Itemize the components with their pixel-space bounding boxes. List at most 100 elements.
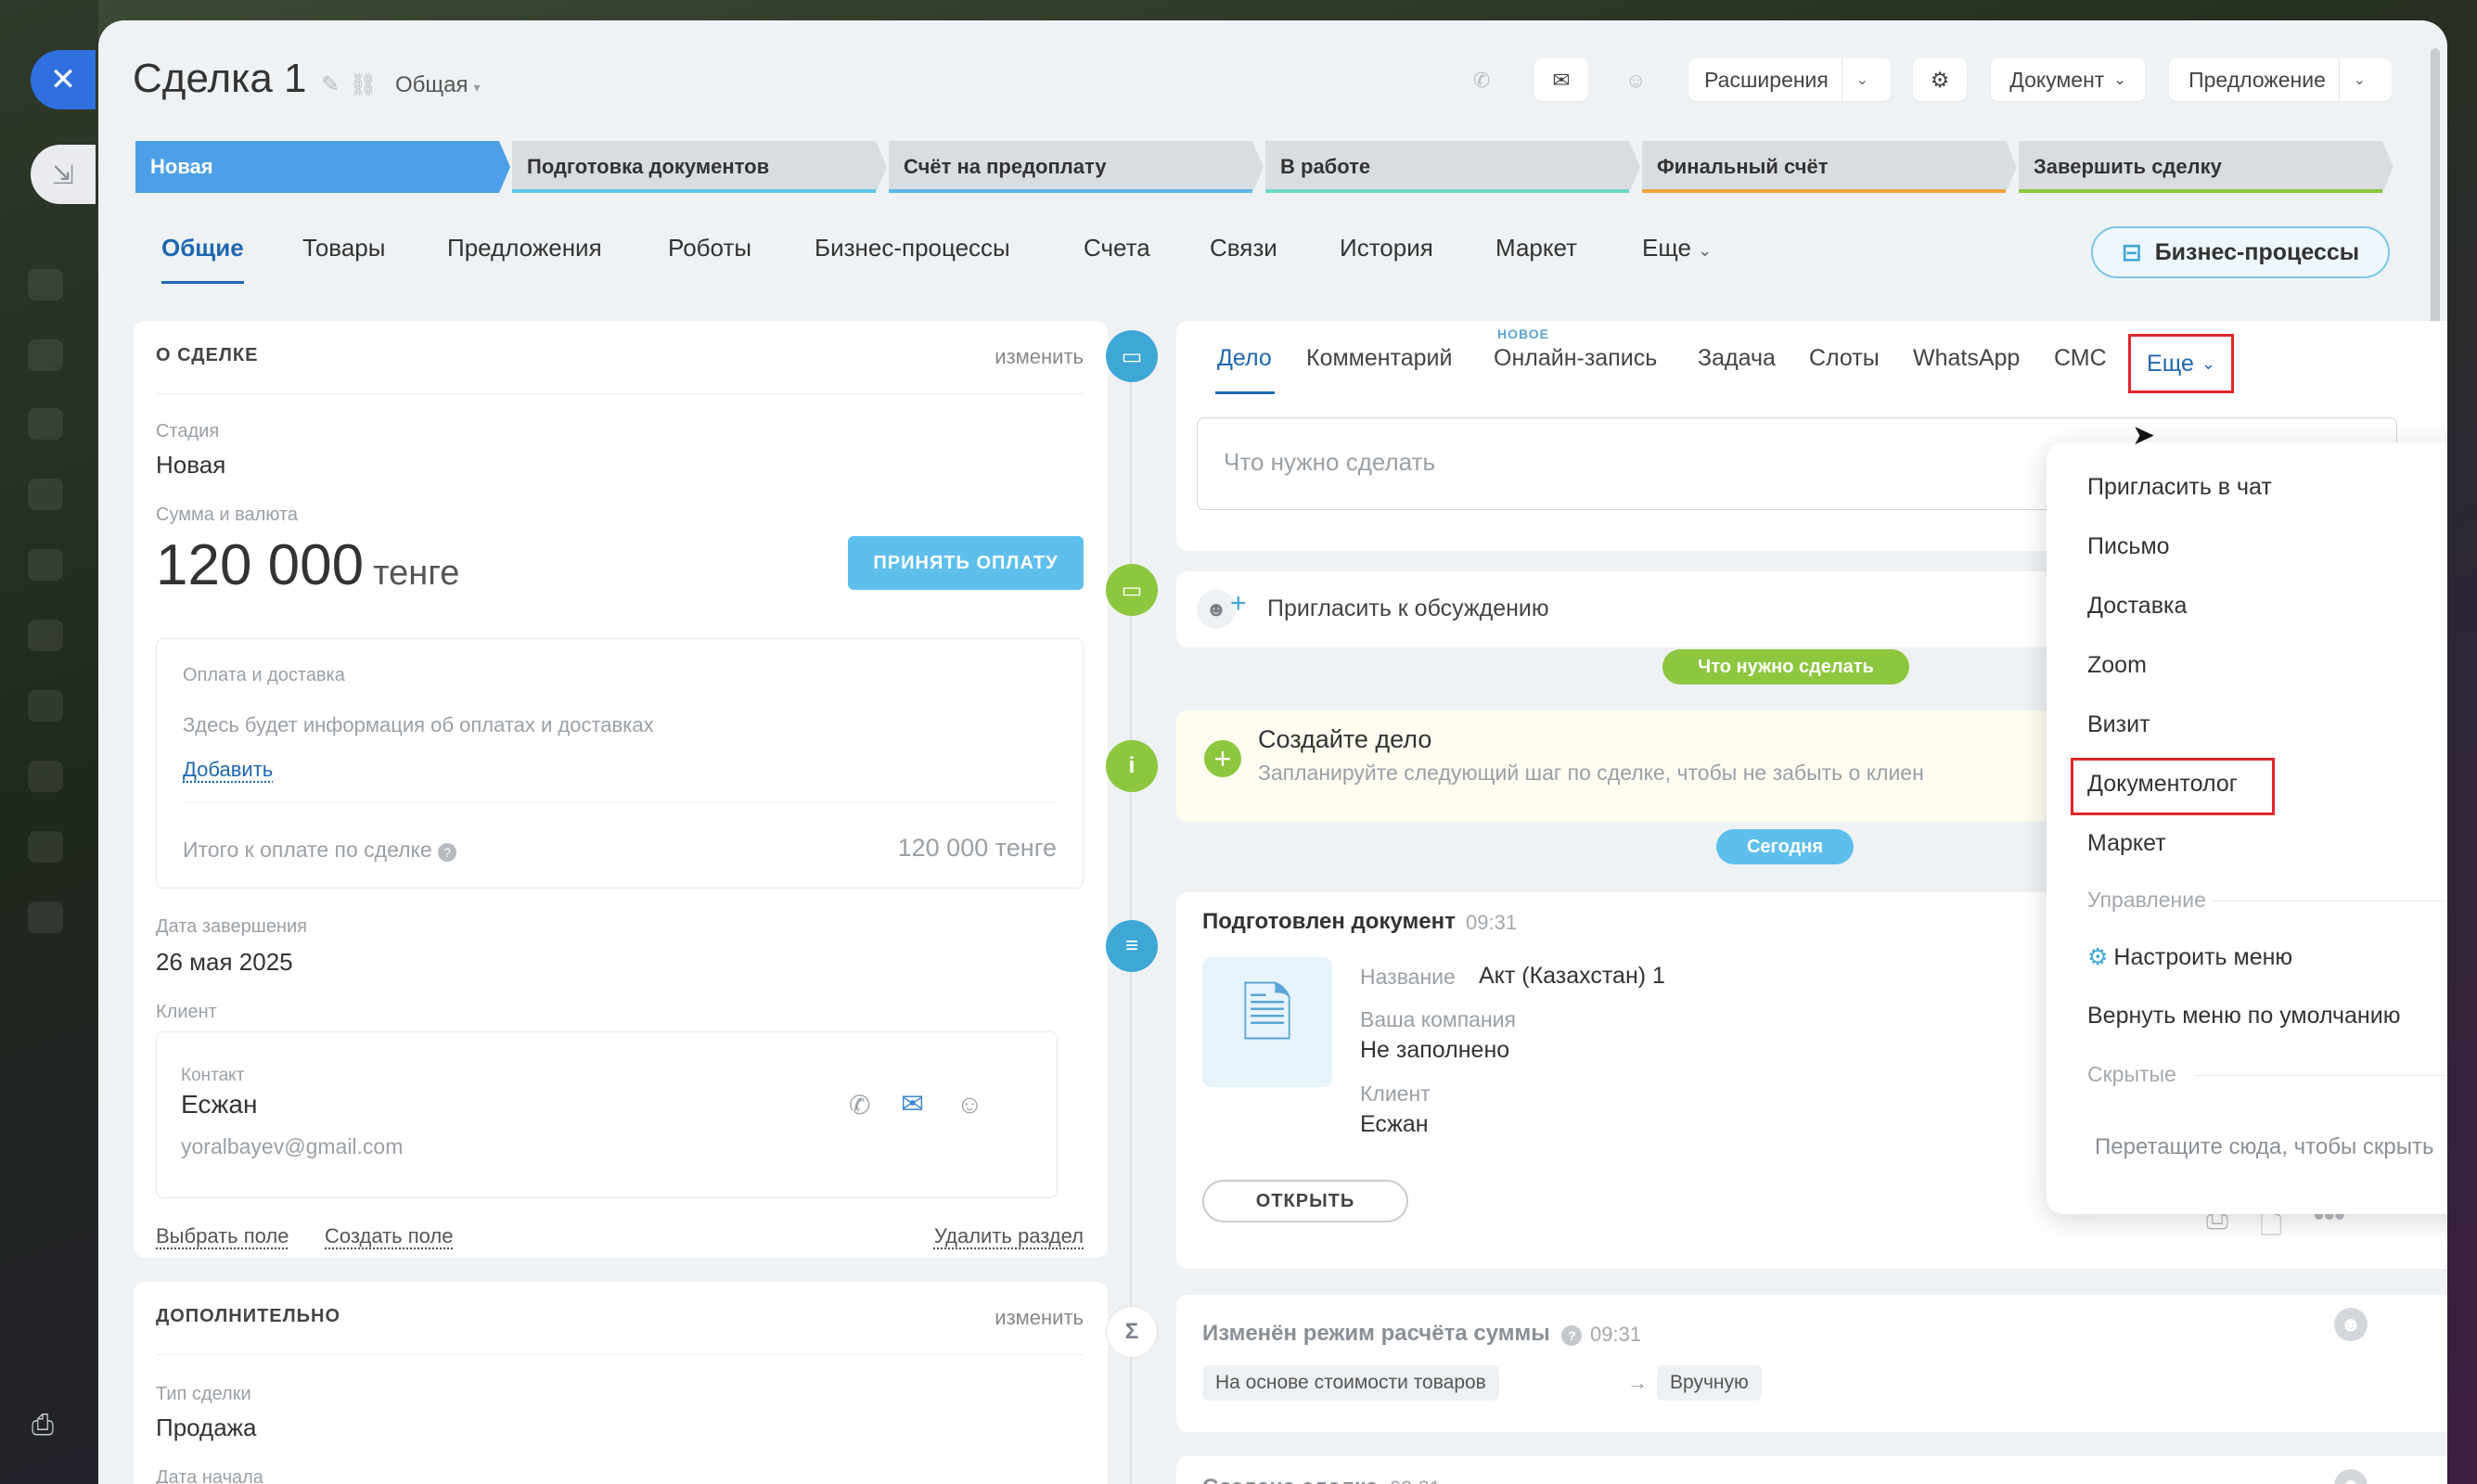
menu-item-delivery[interactable]: Доставка (2087, 593, 2187, 620)
activity-tab-todo[interactable]: Задача (1698, 345, 1776, 372)
menu-item-visit[interactable]: Визит (2087, 711, 2150, 738)
tab-links[interactable]: Связи (1210, 234, 1277, 284)
open-document-button[interactable]: ОТКРЫТЬ (1202, 1180, 1408, 1222)
activity-tab-comment[interactable]: Комментарий (1306, 345, 1452, 372)
menu-item-invite-chat[interactable]: Пригласить в чат (2087, 474, 2272, 501)
tab-general[interactable]: Общие (161, 234, 244, 284)
tab-more-label: Еще (1642, 234, 1691, 262)
menu-item-configure[interactable]: ⚙ Настроить меню (2087, 943, 2292, 971)
tab-business-processes[interactable]: Бизнес-процессы (815, 234, 1010, 284)
add-payment-link[interactable]: Добавить (183, 758, 273, 782)
contact-name[interactable]: Есжан (181, 1090, 257, 1119)
business-processes-button[interactable]: ⊟ Бизнес-процессы (2091, 226, 2390, 278)
stage-label: Подготовка документов (527, 155, 770, 178)
stage-label: Завершить сделку (2034, 155, 2222, 178)
deal-amount[interactable]: 120 000 тенге (156, 532, 459, 598)
divider (183, 802, 1057, 803)
edit-link[interactable]: изменить (995, 345, 1084, 369)
proposal-label: Предложение (2188, 67, 2326, 92)
settings-button[interactable]: ⚙ (1913, 58, 1967, 101)
phone-icon[interactable]: ✆ (849, 1090, 870, 1120)
category-selector[interactable]: Общая ▾ (395, 72, 481, 98)
chevron-down-icon[interactable]: ⌄ (2338, 58, 2380, 101)
pencil-icon[interactable]: ✎ (321, 72, 349, 97)
tab-history[interactable]: История (1340, 234, 1433, 284)
create-field-link[interactable]: Создать поле (325, 1224, 453, 1248)
field-label: Название (1360, 965, 1456, 989)
stage-color-bar (889, 189, 1252, 193)
todo-pill: Что нужно сделать (1662, 649, 1909, 684)
stage-new[interactable]: Новая (135, 141, 510, 193)
active-tab-indicator (1215, 391, 1275, 394)
collapse-icon: ⇲ (52, 160, 74, 189)
total-value: 120 000 тенге (897, 834, 1057, 862)
phone-icon[interactable]: ✆ (1473, 69, 1490, 93)
stage-prepay-invoice[interactable]: Счёт на предоплату (889, 141, 1264, 193)
sum-event-title-row: Изменён режим расчёта суммы ? (1202, 1321, 1583, 1347)
chevron-down-icon: ▾ (473, 80, 481, 95)
stage-in-progress[interactable]: В работе (1265, 141, 1640, 193)
menu-item-zoom[interactable]: Zoom (2087, 652, 2147, 679)
activity-tab-task[interactable]: Дело (1217, 345, 1272, 372)
additional-card: ДОПОЛНИТЕЛЬНО изменить Тип сделки Продаж… (134, 1282, 1108, 1484)
event-time: 09:31 (1390, 1477, 1441, 1484)
chevron-down-icon[interactable]: ⌄ (1841, 58, 1882, 101)
tab-more[interactable]: Еще ⌄ (1642, 234, 1712, 284)
envelope-icon: ✉ (1552, 67, 1571, 92)
activity-tab-booking[interactable]: Онлайн-запись (1494, 345, 1657, 372)
tab-proposals[interactable]: Предложения (447, 234, 602, 284)
document-label: Документ (2009, 67, 2105, 92)
plus-icon: + (1230, 588, 1247, 619)
menu-item-email[interactable]: Письмо (2087, 533, 2170, 560)
total-label: Итого к оплате по сделке (183, 838, 432, 862)
stage-close-deal[interactable]: Завершить сделку (2019, 141, 2394, 193)
help-icon[interactable]: ? (438, 843, 457, 862)
accept-payment-button[interactable]: ПРИНЯТЬ ОПЛАТУ (848, 536, 1084, 590)
close-date-value[interactable]: 26 мая 2025 (156, 948, 293, 977)
document-thumbnail[interactable]: 🗎 (1202, 957, 1332, 1087)
contact-email[interactable]: yoralbayev@gmail.com (181, 1134, 403, 1159)
stage-value[interactable]: Новая (156, 451, 225, 480)
proposal-button[interactable]: Предложение ⌄ (2169, 58, 2392, 101)
link-icon[interactable]: ⛓ (349, 72, 386, 97)
minimize-slider-button[interactable]: ⇲ (31, 145, 96, 204)
divider (156, 393, 1084, 394)
background-icon (28, 549, 63, 581)
activity-more-button[interactable]: Еще ⌄ (2128, 334, 2234, 393)
category-label: Общая (395, 72, 468, 97)
stage-color-bar (512, 189, 876, 193)
currency-label: тенге (373, 554, 460, 593)
document-button[interactable]: Документ ⌄ (1991, 58, 2145, 101)
printer-icon[interactable]: ⎙ (32, 1410, 54, 1441)
background-icon (28, 479, 63, 510)
stage-final-invoice[interactable]: Финальный счёт (1642, 141, 2017, 193)
activity-tab-whatsapp[interactable]: WhatsApp (1913, 345, 2020, 372)
tab-market[interactable]: Маркет (1495, 234, 1577, 284)
amount-value: 120 000 (156, 533, 365, 597)
menu-item-documentolog[interactable]: Документолог (2087, 771, 2238, 798)
tab-invoices[interactable]: Счета (1084, 234, 1150, 284)
field-label: Клиент (156, 1002, 217, 1022)
choose-field-link[interactable]: Выбрать поле (156, 1224, 289, 1248)
chat-icon[interactable]: ☺ (1625, 69, 1646, 93)
chat-icon[interactable]: ☺ (956, 1090, 983, 1119)
envelope-icon[interactable]: ✉ (901, 1088, 924, 1120)
extensions-button[interactable]: Расширения ⌄ (1688, 58, 1891, 101)
delete-section-link[interactable]: Удалить раздел (934, 1224, 1084, 1248)
create-task-title: Создайте дело (1258, 725, 1432, 753)
edit-link[interactable]: изменить (995, 1306, 1084, 1330)
deal-type-value[interactable]: Продажа (156, 1414, 257, 1442)
document-search-icon: 🗎 (1240, 977, 1294, 1050)
payment-hint: Здесь будет информация об оплатах и дост… (183, 713, 654, 736)
menu-item-reset[interactable]: Вернуть меню по умолчанию (2087, 1003, 2400, 1030)
close-slider-button[interactable]: ✕ (31, 50, 96, 109)
tab-products[interactable]: Товары (302, 234, 385, 284)
chevron-down-icon: ⌄ (2201, 353, 2215, 373)
activity-tab-slots[interactable]: Слоты (1809, 345, 1880, 372)
activity-tab-sms[interactable]: СМС (2054, 345, 2107, 372)
tab-robots[interactable]: Роботы (668, 234, 751, 284)
menu-item-market[interactable]: Маркет (2087, 830, 2166, 857)
help-icon[interactable]: ? (1561, 1325, 1583, 1346)
stage-docs[interactable]: Подготовка документов (512, 141, 887, 193)
email-button[interactable]: ✉ (1534, 58, 1588, 101)
